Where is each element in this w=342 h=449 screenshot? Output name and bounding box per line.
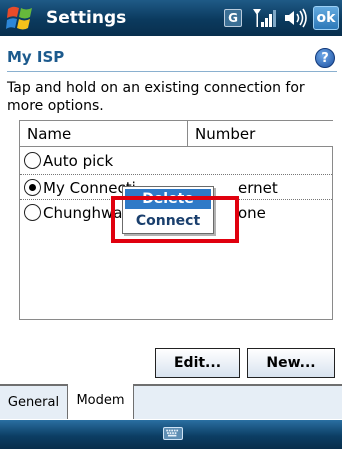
tab-modem[interactable]: Modem xyxy=(68,384,134,419)
tab-general[interactable]: General xyxy=(0,385,68,419)
header-divider xyxy=(7,71,337,72)
column-header-name[interactable]: Name xyxy=(20,121,188,147)
tab-strip-filler xyxy=(134,385,342,419)
app-title: Settings xyxy=(46,8,127,28)
title-bar: Settings G ok xyxy=(0,0,342,36)
tab-strip: General Modem xyxy=(0,384,342,420)
signal-strength-icon[interactable] xyxy=(252,7,278,29)
radio-button-selected[interactable] xyxy=(24,179,41,196)
ok-button[interactable]: ok xyxy=(313,6,339,30)
softkey-bar xyxy=(0,420,342,449)
connection-number: one xyxy=(238,204,266,222)
edit-button[interactable]: Edit... xyxy=(155,348,240,378)
help-icon[interactable]: ? xyxy=(315,48,335,68)
page-title: My ISP xyxy=(7,48,65,66)
network-g-icon[interactable]: G xyxy=(224,9,242,27)
highlight-annotation-box xyxy=(111,196,239,243)
windows-start-icon[interactable] xyxy=(5,3,37,33)
list-item[interactable]: Auto pick xyxy=(20,148,332,174)
column-header-number[interactable]: Number xyxy=(188,121,333,147)
radio-button[interactable] xyxy=(24,152,41,169)
volume-icon[interactable] xyxy=(283,8,309,28)
connection-name: Auto pick xyxy=(43,152,114,170)
radio-button[interactable] xyxy=(24,204,41,221)
instruction-text: Tap and hold on an existing connection f… xyxy=(7,80,305,114)
new-button[interactable]: New... xyxy=(247,348,335,378)
keyboard-icon[interactable] xyxy=(163,427,183,440)
connection-number: ernet xyxy=(238,179,278,197)
